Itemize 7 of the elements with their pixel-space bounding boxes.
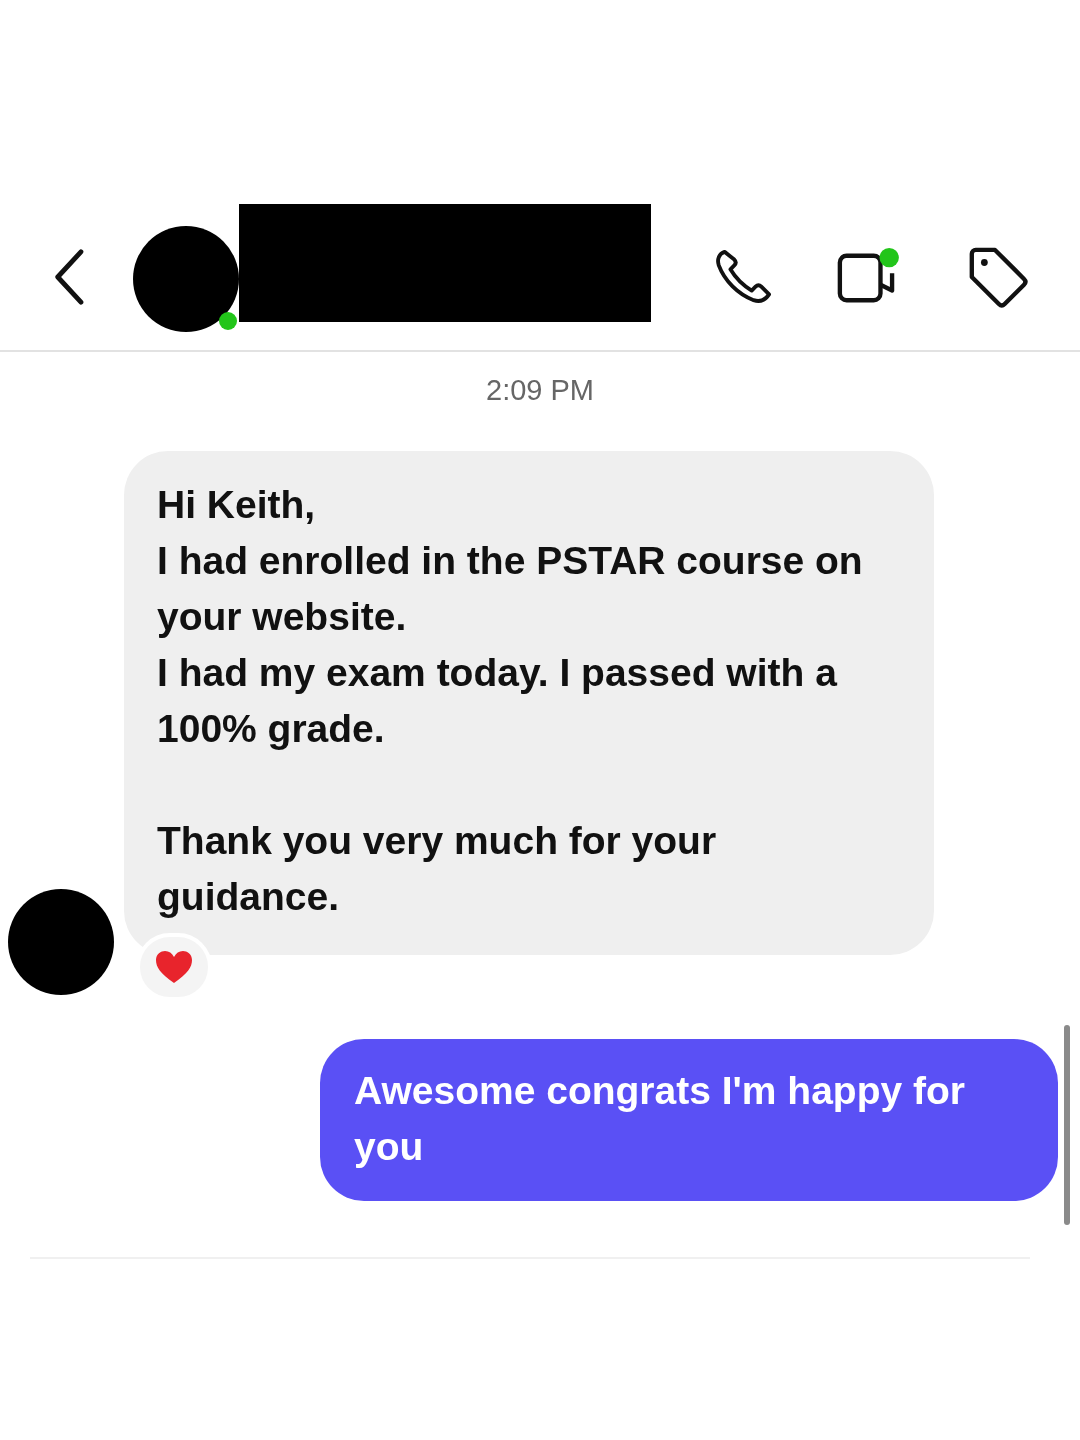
message-text: Hi Keith, (157, 482, 317, 528)
message-text: Thank you very much for your guidance. (157, 818, 718, 920)
message-text: I had my exam today. I passed with a 100% grade. (157, 650, 839, 752)
timestamp: 2:09 PM (485, 374, 595, 407)
scrollbar[interactable] (1064, 1025, 1070, 1225)
message-text: Awesome congrats I'm happy for you (354, 1068, 967, 1170)
message-text: I had enrolled in the PSTAR course on your website. (157, 538, 864, 640)
